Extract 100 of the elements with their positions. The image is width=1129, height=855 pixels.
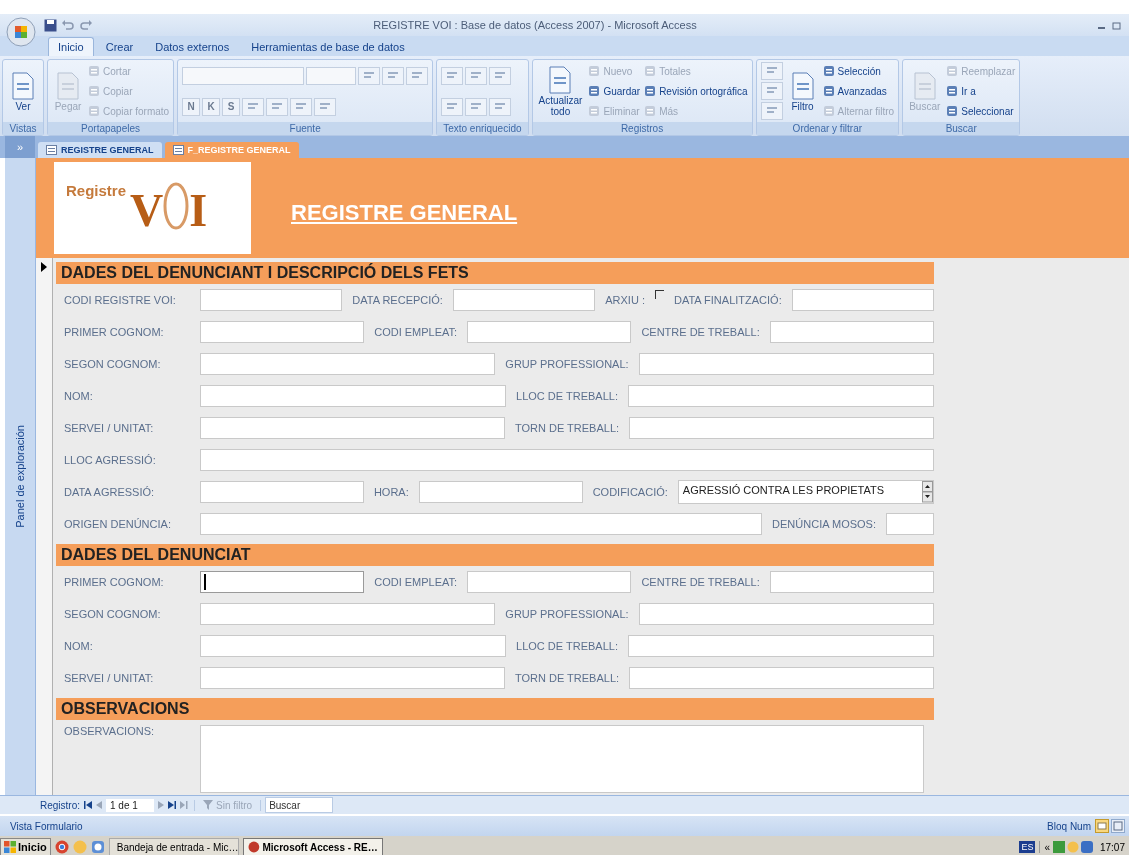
input-field[interactable] [638,353,934,375]
input-field[interactable] [467,321,632,343]
ribbon-button[interactable]: Avanzadas [822,85,895,97]
toolbar-button[interactable] [382,66,405,85]
ribbon-button[interactable]: Actualizar todo [536,65,585,117]
start-button[interactable]: Inicio [0,838,51,855]
input-field[interactable] [200,321,365,343]
input-field[interactable] [200,353,496,375]
ribbon-button[interactable]: Ver [7,70,39,112]
toolbar-button[interactable] [760,102,783,120]
document-tab[interactable]: REGISTRE GENERAL [38,142,162,158]
toolbar-button[interactable] [314,97,337,116]
input-field[interactable] [629,667,934,689]
input-field[interactable] [200,513,763,535]
input-field[interactable] [200,571,365,593]
ribbon-button[interactable]: Selección [822,65,895,77]
input-field[interactable] [629,417,934,439]
ribbon-button[interactable]: Filtro [786,70,819,112]
input-field[interactable] [467,571,632,593]
toolbar-button[interactable] [489,66,512,85]
input-field[interactable] [200,385,507,407]
redo-icon[interactable] [79,19,93,31]
language-indicator[interactable]: ES [1019,841,1036,853]
ribbon-button[interactable]: Guardar [588,85,641,97]
lines-icon [295,101,308,112]
format-button[interactable]: K [202,97,221,116]
input-field[interactable] [200,603,496,625]
ribbon-button[interactable]: Ir a [946,85,1016,97]
square-icon [946,105,959,117]
document-icon [9,70,37,101]
last-record-icon[interactable] [168,801,176,809]
group-label: Buscar [903,122,1020,135]
toolbar-button[interactable] [266,97,289,116]
input-field[interactable] [627,635,934,657]
memo-field[interactable] [200,725,924,793]
next-record-icon[interactable] [158,801,164,809]
toolbar-button[interactable] [406,66,429,85]
input-field[interactable] [769,321,934,343]
input-field[interactable] [886,513,934,535]
font-field[interactable] [182,66,305,85]
new-record-icon[interactable] [180,801,190,809]
field-label: PRIMER COGNOM: [64,576,165,588]
tray-toggle[interactable]: « [1044,841,1050,853]
toolbar-button[interactable] [489,97,512,116]
field-label: DATA FINALITZACIÓ: [673,294,782,306]
ribbon-tab[interactable]: Crear [95,37,144,56]
first-record-icon[interactable] [84,801,92,809]
ribbon-button[interactable]: Seleccionar [946,105,1016,117]
spinner-icon[interactable] [922,481,933,503]
input-field[interactable] [200,417,505,439]
record-selector[interactable] [36,258,53,795]
input-field[interactable] [200,635,507,657]
lines-icon [494,70,507,81]
save-icon[interactable] [44,18,57,32]
nav-pane[interactable]: Panel de exploración [5,158,36,795]
taskbar-button[interactable]: Microsoft Access - RE… [242,838,383,855]
toolbar-button[interactable] [290,97,313,116]
logo-letter: I [189,188,208,234]
input-field[interactable] [627,385,934,407]
size-field[interactable] [306,66,357,85]
combo-field[interactable]: AGRESSIÓ CONTRA LES PROPIETATS [677,480,934,504]
square-icon [88,105,100,117]
record-position[interactable]: 1 de 1 [106,798,154,812]
toolbar-button[interactable] [760,62,783,80]
restore-icon[interactable] [1112,20,1121,30]
lines-icon [765,66,778,76]
previous-record-icon[interactable] [96,801,102,809]
input-field[interactable] [452,289,596,311]
toolbar-button[interactable] [760,82,783,100]
format-button[interactable]: N [182,97,201,116]
taskbar-button[interactable]: Bandeja de entrada - Mic… [108,838,239,855]
toolbar-button[interactable] [358,66,381,85]
field-label: DATA AGRESSIÓ: [64,486,156,498]
toolbar-button[interactable] [465,66,488,85]
input-field[interactable] [200,289,343,311]
toolbar-button[interactable] [441,66,464,85]
ribbon-button[interactable]: Revisión ortográfica [644,85,748,97]
layout-view-icon[interactable] [1111,819,1125,833]
input-field[interactable] [200,449,934,471]
lines-icon [387,70,400,81]
record-label: Registro: [40,799,80,811]
group-label: Fuente [178,122,433,135]
input-field[interactable] [200,667,505,689]
checkbox[interactable] [654,290,664,299]
input-field[interactable] [418,481,583,503]
ribbon-tab[interactable]: Datos externos [145,37,240,56]
group-label: Texto enriquecido [437,122,528,135]
input-field[interactable] [769,571,934,593]
form-view-icon[interactable] [1095,819,1109,833]
search-field[interactable]: Buscar [265,797,334,813]
toolbar-button[interactable] [465,97,488,116]
input-field[interactable] [638,603,934,625]
input-field[interactable] [791,289,934,311]
format-button[interactable]: S [222,97,241,116]
toolbar-button[interactable] [441,97,464,116]
ribbon-tab[interactable]: Herramientas de base de datos [241,37,415,56]
toolbar-button[interactable] [242,97,265,116]
input-field[interactable] [200,481,364,503]
ribbon-tab[interactable]: Inicio [48,37,94,56]
field-label: SERVEI / UNITAT: [64,422,155,434]
